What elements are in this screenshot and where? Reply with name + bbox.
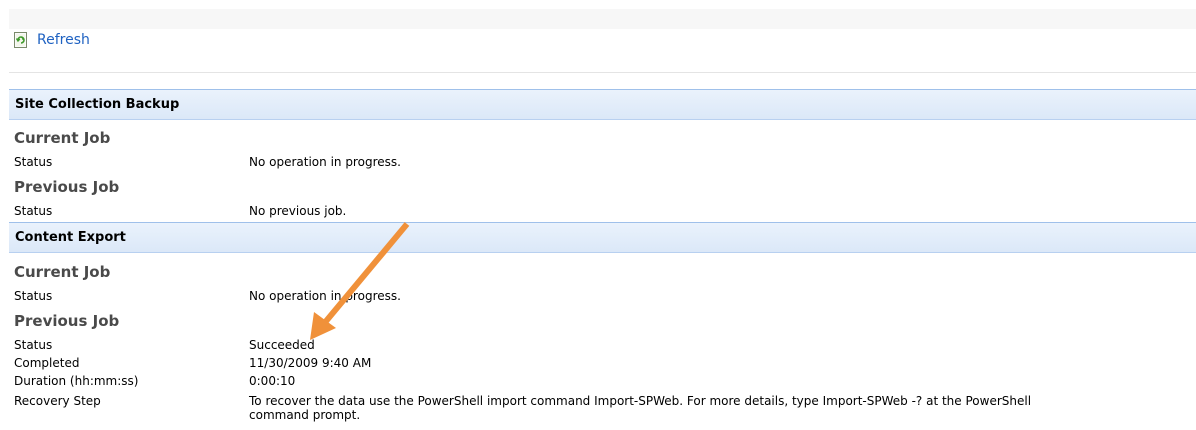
recovery-step-line-2: command prompt.: [249, 408, 361, 422]
status-value: No operation in progress.: [249, 155, 401, 169]
recovery-step-line-1: To recover the data use the PowerShell i…: [249, 394, 1032, 408]
completed-value: 11/30/2009 9:40 AM: [249, 356, 372, 370]
refresh-link[interactable]: Refresh: [13, 32, 90, 48]
status-value: No operation in progress.: [249, 289, 401, 303]
group-title-current-job: Current Job: [14, 263, 111, 281]
status-value: Succeeded: [249, 338, 315, 352]
toolbar-band: [9, 9, 1196, 29]
refresh-icon: [14, 32, 27, 48]
toolbar: Refresh: [9, 9, 1196, 73]
recovery-step-label: Recovery Step: [14, 394, 101, 408]
duration-label: Duration (hh:mm:ss): [14, 374, 139, 388]
refresh-label: Refresh: [37, 32, 90, 48]
status-value: No previous job.: [249, 204, 347, 218]
status-label: Status: [14, 204, 53, 218]
section-header-content-export: Content Export: [9, 222, 1196, 253]
section-header-site-collection-backup: Site Collection Backup: [9, 89, 1196, 120]
status-label: Status: [14, 155, 53, 169]
toolbar-divider: [9, 72, 1196, 73]
completed-label: Completed: [14, 356, 80, 370]
arrow-head: [310, 312, 336, 340]
duration-value: 0:00:10: [249, 374, 296, 388]
status-label: Status: [14, 338, 53, 352]
status-label: Status: [14, 289, 53, 303]
group-title-previous-job: Previous Job: [14, 312, 120, 330]
recovery-step-value: To recover the data use the PowerShell i…: [249, 394, 1189, 422]
group-title-current-job: Current Job: [14, 129, 111, 147]
group-title-previous-job: Previous Job: [14, 178, 120, 196]
